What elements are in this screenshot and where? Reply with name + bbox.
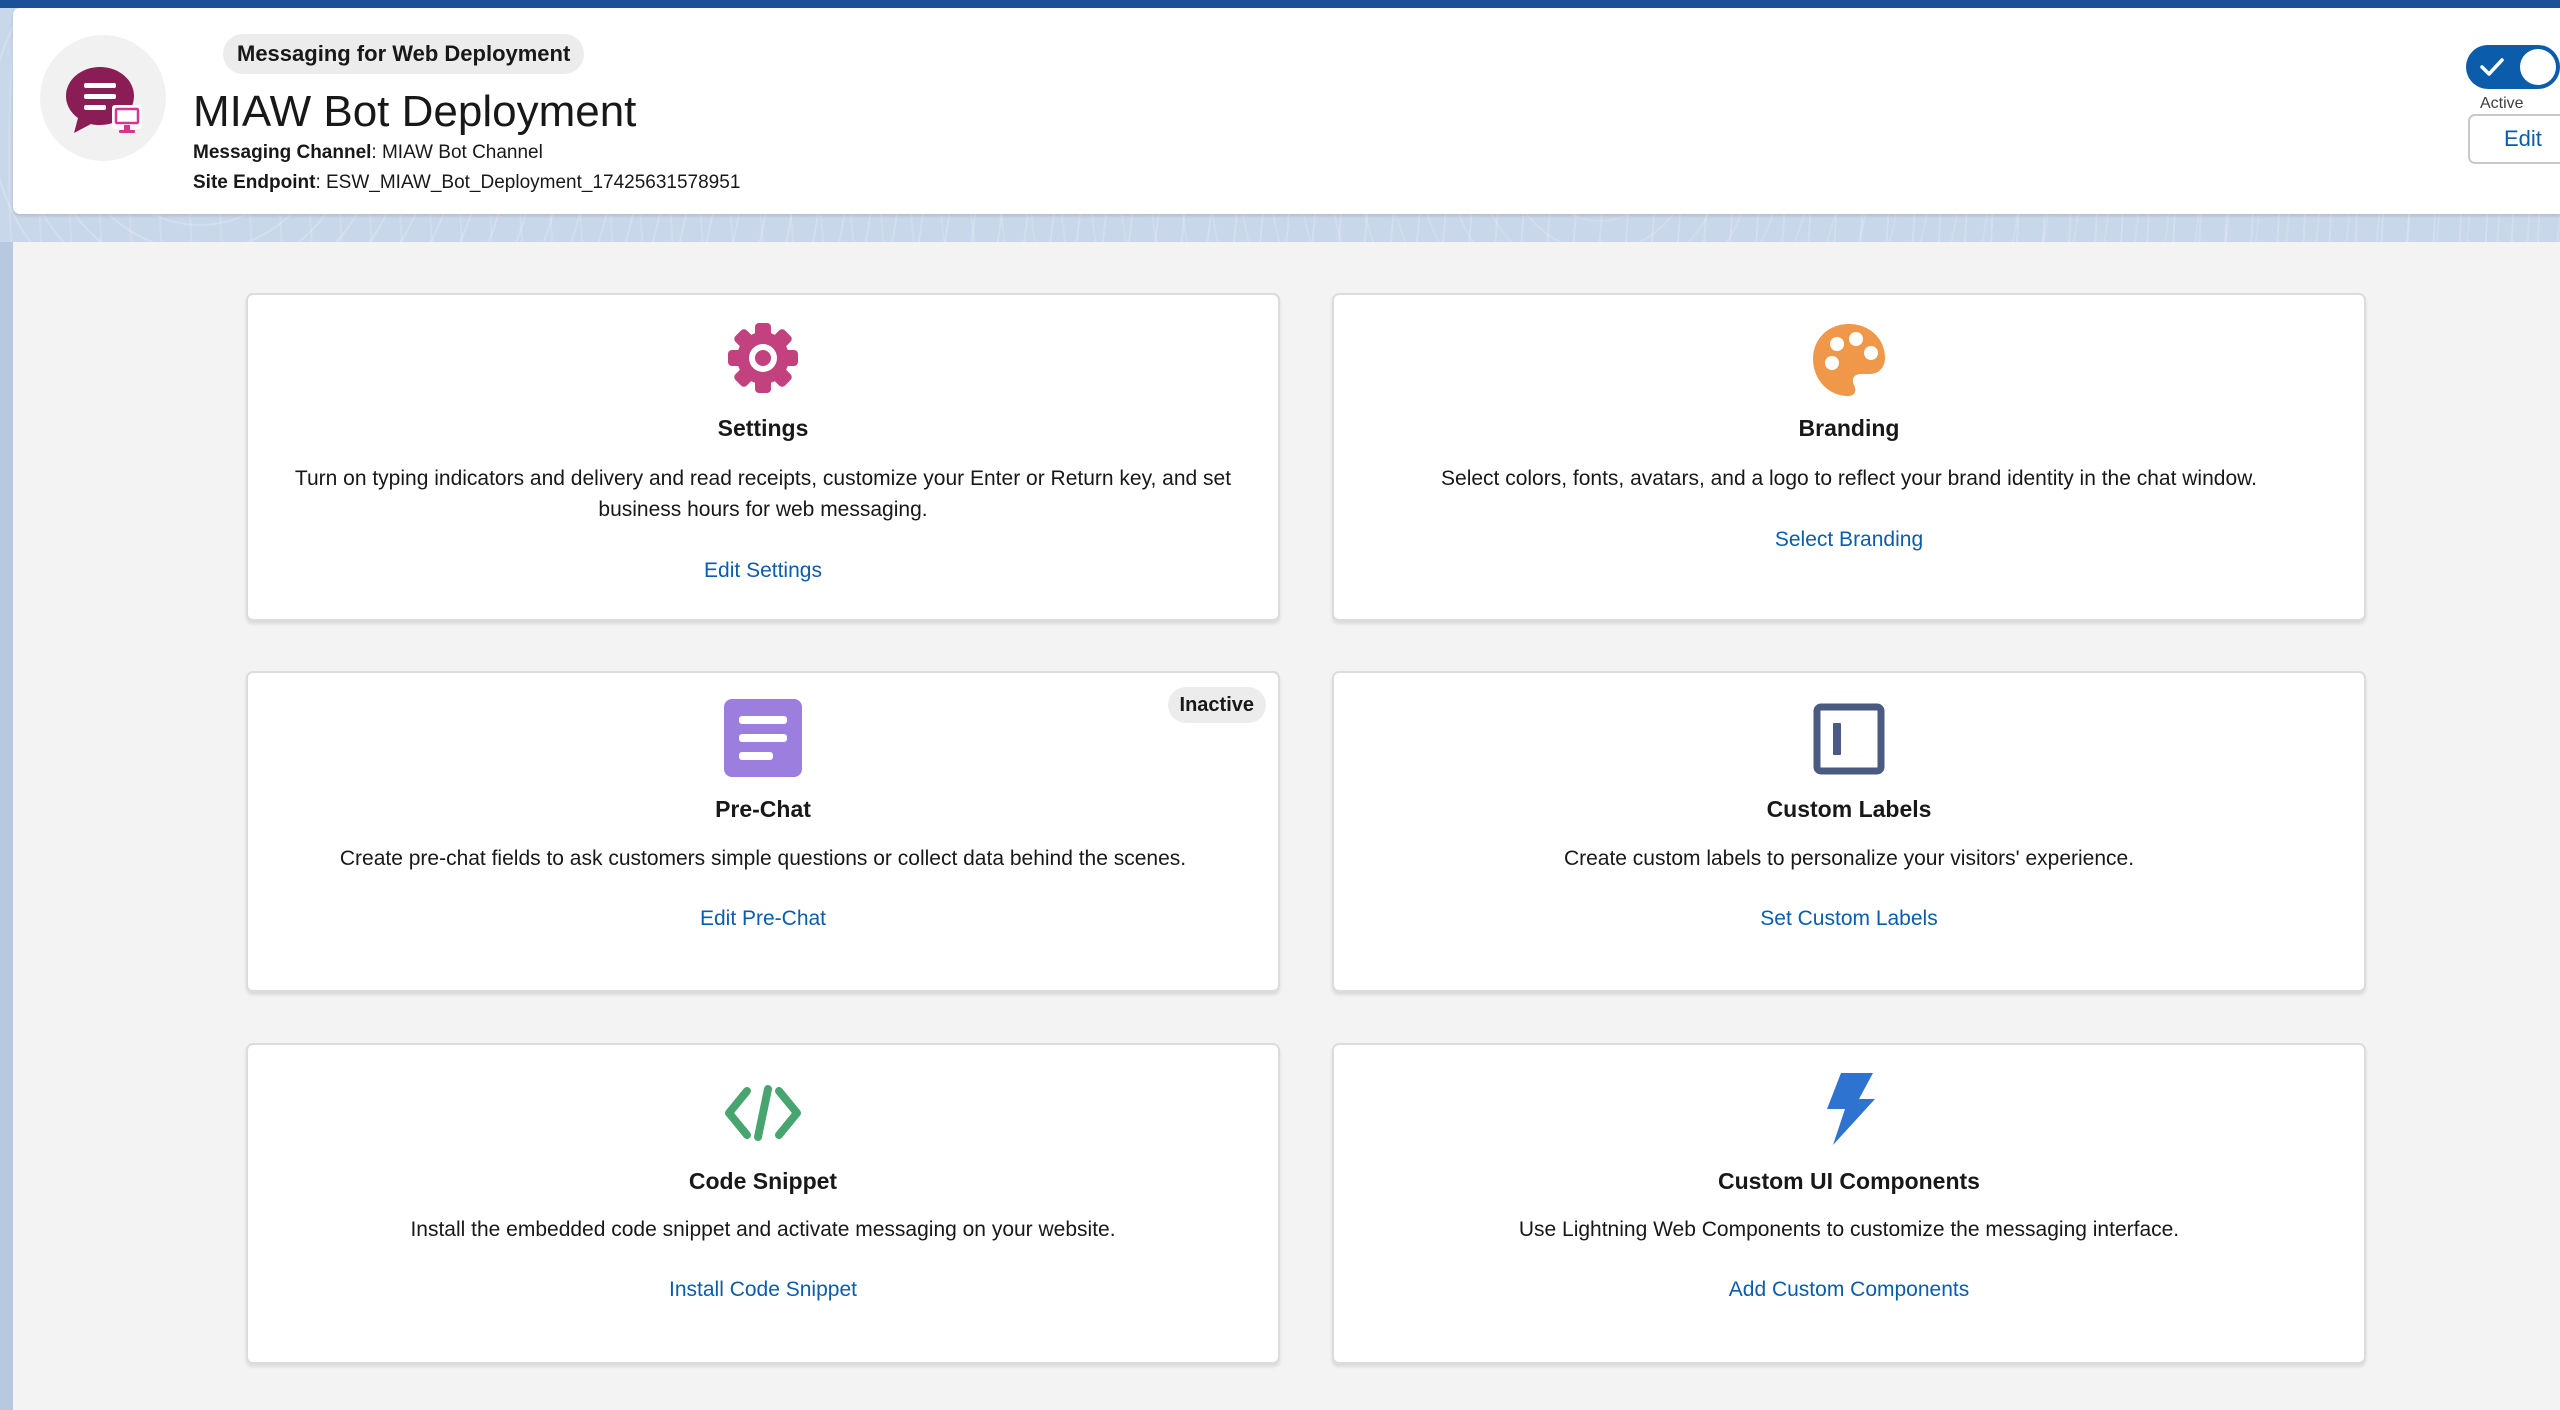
code-icon xyxy=(725,1085,801,1141)
site-endpoint-row: Site Endpoint: ESW_MIAW_Bot_Deployment_1… xyxy=(193,170,740,196)
deployment-header: Messaging for Web Deployment MIAW Bot De… xyxy=(13,8,2560,214)
settings-card: Settings Turn on typing indicators and d… xyxy=(246,293,1280,621)
select-branding-link[interactable]: Select Branding xyxy=(1334,525,2364,555)
status-badge: Inactive xyxy=(1167,687,1266,723)
branding-card-description-line: Select colors, fonts, avatars, and a log… xyxy=(1441,467,2257,490)
branding-card-description: Select colors, fonts, avatars, and a log… xyxy=(1354,463,2344,494)
pre-chat-card: Inactive Pre-Chat Create pre-chat fields… xyxy=(246,671,1280,992)
custom-labels-card-description: Create custom labels to personalize your… xyxy=(1354,843,2344,874)
deployment-type-badge: Messaging for Web Deployment xyxy=(223,34,585,74)
settings-card-description-line: business hours for web messaging. xyxy=(598,498,928,521)
settings-card-title: Settings xyxy=(717,415,809,441)
messaging-channel-row: Messaging Channel: MIAW Bot Channel xyxy=(193,140,543,166)
page-title: MIAW Bot Deployment xyxy=(193,87,637,136)
code-snippet-card: Code Snippet Install the embedded code s… xyxy=(246,1043,1280,1364)
custom-ui-components-card-description-line: Use Lightning Web Components to customiz… xyxy=(1518,1218,2180,1241)
form-icon xyxy=(724,699,802,777)
lightning-icon xyxy=(1827,1073,1875,1145)
edit-button[interactable]: Edit xyxy=(2468,114,2560,164)
edit-pre-chat-link[interactable]: Edit Pre-Chat xyxy=(248,904,1278,934)
pre-chat-card-title: Pre-Chat xyxy=(715,796,811,822)
branding-card: Branding Select colors, fonts, avatars, … xyxy=(1332,293,2366,621)
edit-settings-link[interactable]: Edit Settings xyxy=(248,556,1278,586)
add-custom-components-link[interactable]: Add Custom Components xyxy=(1334,1275,2364,1305)
checkmark-icon xyxy=(2480,58,2504,76)
settings-card-description-line: Turn on typing indicators and delivery a… xyxy=(294,467,1232,490)
messaging-deployment-icon xyxy=(66,67,142,133)
toggle-knob xyxy=(2520,49,2556,85)
custom-ui-components-card-description: Use Lightning Web Components to customiz… xyxy=(1354,1214,2344,1245)
left-edge-strip xyxy=(0,242,13,1410)
install-code-snippet-link[interactable]: Install Code Snippet xyxy=(248,1275,1278,1305)
label-icon xyxy=(1813,703,1885,775)
custom-ui-components-card-title: Custom UI Components xyxy=(1718,1168,1980,1194)
gear-icon xyxy=(728,323,798,393)
custom-labels-card-title: Custom Labels xyxy=(1766,796,1932,822)
custom-labels-card-description-line: Create custom labels to personalize your… xyxy=(1563,847,2135,870)
pre-chat-card-description-line: Create pre-chat fields to ask customers … xyxy=(339,847,1187,870)
branding-card-title: Branding xyxy=(1798,415,1900,441)
settings-card-description: Turn on typing indicators and delivery a… xyxy=(268,463,1258,525)
deployment-avatar xyxy=(40,35,166,161)
pre-chat-card-description: Create pre-chat fields to ask customers … xyxy=(268,843,1258,874)
active-toggle[interactable] xyxy=(2466,45,2560,89)
custom-labels-card: Custom Labels Create custom labels to pe… xyxy=(1332,671,2366,992)
code-snippet-card-description-line: Install the embedded code snippet and ac… xyxy=(410,1218,1116,1241)
messaging-channel-value: : MIAW Bot Channel xyxy=(371,142,543,163)
code-snippet-card-title: Code Snippet xyxy=(688,1168,838,1194)
active-toggle-label: Active xyxy=(2480,95,2524,112)
messaging-channel-label: Messaging Channel xyxy=(193,142,372,163)
code-snippet-card-description: Install the embedded code snippet and ac… xyxy=(268,1214,1258,1245)
site-endpoint-value: : ESW_MIAW_Bot_Deployment_17425631578951 xyxy=(315,172,741,193)
custom-ui-components-card: Custom UI Components Use Lightning Web C… xyxy=(1332,1043,2366,1364)
palette-icon xyxy=(1813,324,1885,396)
set-custom-labels-link[interactable]: Set Custom Labels xyxy=(1334,904,2364,934)
site-endpoint-label: Site Endpoint xyxy=(193,172,316,193)
